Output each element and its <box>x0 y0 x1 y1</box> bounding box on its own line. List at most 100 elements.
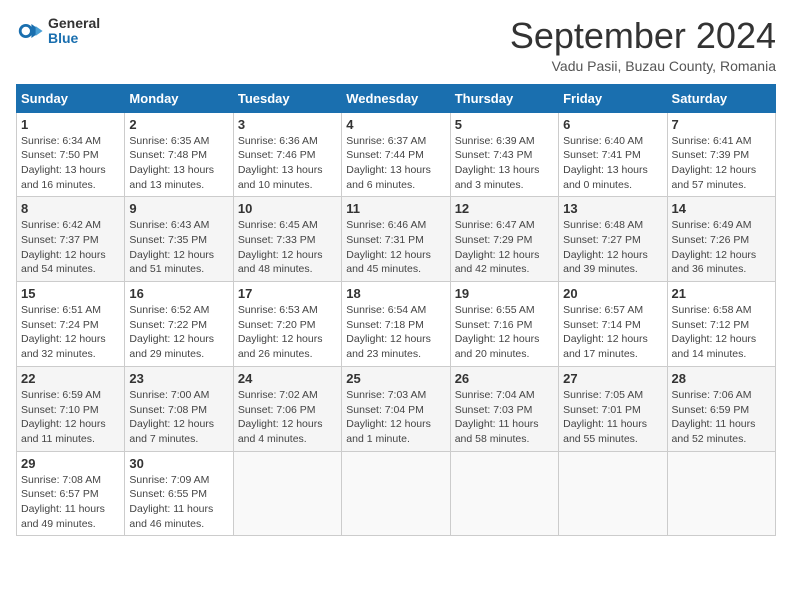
day-detail: Sunrise: 7:08 AM Sunset: 6:57 PM Dayligh… <box>21 473 120 532</box>
day-number: 1 <box>21 117 120 132</box>
day-detail: Sunrise: 6:59 AM Sunset: 7:10 PM Dayligh… <box>21 388 120 447</box>
day-detail: Sunrise: 6:48 AM Sunset: 7:27 PM Dayligh… <box>563 218 662 277</box>
day-number: 26 <box>455 371 554 386</box>
table-row: 4 Sunrise: 6:37 AM Sunset: 7:44 PM Daylig… <box>342 112 450 197</box>
day-number: 2 <box>129 117 228 132</box>
day-number: 28 <box>672 371 771 386</box>
day-number: 21 <box>672 286 771 301</box>
day-number: 13 <box>563 201 662 216</box>
col-wednesday: Wednesday <box>342 84 450 112</box>
table-row: 2 Sunrise: 6:35 AM Sunset: 7:48 PM Daylig… <box>125 112 233 197</box>
day-number: 22 <box>21 371 120 386</box>
col-saturday: Saturday <box>667 84 775 112</box>
day-detail: Sunrise: 6:49 AM Sunset: 7:26 PM Dayligh… <box>672 218 771 277</box>
calendar-title: September 2024 <box>510 16 776 56</box>
table-row: 25 Sunrise: 7:03 AM Sunset: 7:04 PM Dayli… <box>342 366 450 451</box>
day-detail: Sunrise: 7:04 AM Sunset: 7:03 PM Dayligh… <box>455 388 554 447</box>
day-number: 19 <box>455 286 554 301</box>
day-number: 18 <box>346 286 445 301</box>
table-row: 18 Sunrise: 6:54 AM Sunset: 7:18 PM Dayli… <box>342 282 450 367</box>
day-number: 11 <box>346 201 445 216</box>
day-number: 4 <box>346 117 445 132</box>
table-row: 10 Sunrise: 6:45 AM Sunset: 7:33 PM Dayli… <box>233 197 341 282</box>
table-row: 3Sunrise: 6:36 AM Sunset: 7:46 PM Daylig… <box>233 112 341 197</box>
table-row: 13 Sunrise: 6:48 AM Sunset: 7:27 PM Dayli… <box>559 197 667 282</box>
day-number: 23 <box>129 371 228 386</box>
day-number: 3 <box>238 117 337 132</box>
day-detail: Sunrise: 6:53 AM Sunset: 7:20 PM Dayligh… <box>238 303 337 362</box>
day-number: 7 <box>672 117 771 132</box>
day-number: 5 <box>455 117 554 132</box>
day-number: 20 <box>563 286 662 301</box>
table-row: 17 Sunrise: 6:53 AM Sunset: 7:20 PM Dayli… <box>233 282 341 367</box>
day-detail: Sunrise: 6:54 AM Sunset: 7:18 PM Dayligh… <box>346 303 445 362</box>
day-number: 30 <box>129 456 228 471</box>
calendar-subtitle: Vadu Pasii, Buzau County, Romania <box>510 58 776 74</box>
day-detail: Sunrise: 6:40 AM Sunset: 7:41 PM Dayligh… <box>563 134 662 193</box>
day-detail: Sunrise: 6:52 AM Sunset: 7:22 PM Dayligh… <box>129 303 228 362</box>
table-row: 9 Sunrise: 6:43 AM Sunset: 7:35 PM Daylig… <box>125 197 233 282</box>
table-row: 29 Sunrise: 7:08 AM Sunset: 6:57 PM Dayli… <box>17 451 125 536</box>
day-number: 16 <box>129 286 228 301</box>
day-number: 8 <box>21 201 120 216</box>
table-row: 5 Sunrise: 6:39 AM Sunset: 7:43 PM Daylig… <box>450 112 558 197</box>
table-row: 26 Sunrise: 7:04 AM Sunset: 7:03 PM Dayli… <box>450 366 558 451</box>
day-detail: Sunrise: 6:58 AM Sunset: 7:12 PM Dayligh… <box>672 303 771 362</box>
table-row: 14 Sunrise: 6:49 AM Sunset: 7:26 PM Dayli… <box>667 197 775 282</box>
table-row: 28 Sunrise: 7:06 AM Sunset: 6:59 PM Dayli… <box>667 366 775 451</box>
day-number: 27 <box>563 371 662 386</box>
table-row: 20Sunrise: 6:57 AM Sunset: 7:14 PM Dayli… <box>559 282 667 367</box>
logo: General Blue <box>16 16 100 47</box>
calendar-week-row: 15Sunrise: 6:51 AM Sunset: 7:24 PM Dayli… <box>17 282 776 367</box>
day-detail: Sunrise: 6:51 AM Sunset: 7:24 PM Dayligh… <box>21 303 120 362</box>
calendar-week-row: 1 Sunrise: 6:34 AM Sunset: 7:50 PM Daylig… <box>17 112 776 197</box>
table-row: 7 Sunrise: 6:41 AM Sunset: 7:39 PM Daylig… <box>667 112 775 197</box>
day-number: 29 <box>21 456 120 471</box>
logo-general: General <box>48 16 100 31</box>
day-detail: Sunrise: 7:06 AM Sunset: 6:59 PM Dayligh… <box>672 388 771 447</box>
title-block: September 2024 Vadu Pasii, Buzau County,… <box>510 16 776 74</box>
day-detail: Sunrise: 6:55 AM Sunset: 7:16 PM Dayligh… <box>455 303 554 362</box>
table-row: 21 Sunrise: 6:58 AM Sunset: 7:12 PM Dayli… <box>667 282 775 367</box>
table-row <box>559 451 667 536</box>
day-number: 10 <box>238 201 337 216</box>
day-number: 24 <box>238 371 337 386</box>
logo-text: General Blue <box>48 16 100 47</box>
table-row: 16 Sunrise: 6:52 AM Sunset: 7:22 PM Dayli… <box>125 282 233 367</box>
day-number: 9 <box>129 201 228 216</box>
col-tuesday: Tuesday <box>233 84 341 112</box>
day-number: 25 <box>346 371 445 386</box>
day-number: 6 <box>563 117 662 132</box>
day-detail: Sunrise: 6:37 AM Sunset: 7:44 PM Dayligh… <box>346 134 445 193</box>
col-thursday: Thursday <box>450 84 558 112</box>
day-detail: Sunrise: 6:42 AM Sunset: 7:37 PM Dayligh… <box>21 218 120 277</box>
day-detail: Sunrise: 6:35 AM Sunset: 7:48 PM Dayligh… <box>129 134 228 193</box>
table-row: 11Sunrise: 6:46 AM Sunset: 7:31 PM Dayli… <box>342 197 450 282</box>
day-detail: Sunrise: 6:43 AM Sunset: 7:35 PM Dayligh… <box>129 218 228 277</box>
table-row: 15Sunrise: 6:51 AM Sunset: 7:24 PM Dayli… <box>17 282 125 367</box>
logo-icon <box>16 17 44 45</box>
col-friday: Friday <box>559 84 667 112</box>
day-detail: Sunrise: 7:03 AM Sunset: 7:04 PM Dayligh… <box>346 388 445 447</box>
day-detail: Sunrise: 6:39 AM Sunset: 7:43 PM Dayligh… <box>455 134 554 193</box>
calendar-week-row: 8 Sunrise: 6:42 AM Sunset: 7:37 PM Daylig… <box>17 197 776 282</box>
table-row: 12Sunrise: 6:47 AM Sunset: 7:29 PM Dayli… <box>450 197 558 282</box>
table-row: 23Sunrise: 7:00 AM Sunset: 7:08 PM Dayli… <box>125 366 233 451</box>
table-row <box>450 451 558 536</box>
calendar-week-row: 22 Sunrise: 6:59 AM Sunset: 7:10 PM Dayli… <box>17 366 776 451</box>
page-header: General Blue September 2024 Vadu Pasii, … <box>16 16 776 74</box>
col-monday: Monday <box>125 84 233 112</box>
day-detail: Sunrise: 6:47 AM Sunset: 7:29 PM Dayligh… <box>455 218 554 277</box>
day-number: 17 <box>238 286 337 301</box>
day-detail: Sunrise: 6:34 AM Sunset: 7:50 PM Dayligh… <box>21 134 120 193</box>
day-detail: Sunrise: 6:41 AM Sunset: 7:39 PM Dayligh… <box>672 134 771 193</box>
day-detail: Sunrise: 6:45 AM Sunset: 7:33 PM Dayligh… <box>238 218 337 277</box>
day-number: 14 <box>672 201 771 216</box>
table-row <box>342 451 450 536</box>
table-row <box>667 451 775 536</box>
calendar-table: Sunday Monday Tuesday Wednesday Thursday… <box>16 84 776 537</box>
day-detail: Sunrise: 7:02 AM Sunset: 7:06 PM Dayligh… <box>238 388 337 447</box>
col-sunday: Sunday <box>17 84 125 112</box>
calendar-week-row: 29 Sunrise: 7:08 AM Sunset: 6:57 PM Dayli… <box>17 451 776 536</box>
table-row: 6 Sunrise: 6:40 AM Sunset: 7:41 PM Daylig… <box>559 112 667 197</box>
